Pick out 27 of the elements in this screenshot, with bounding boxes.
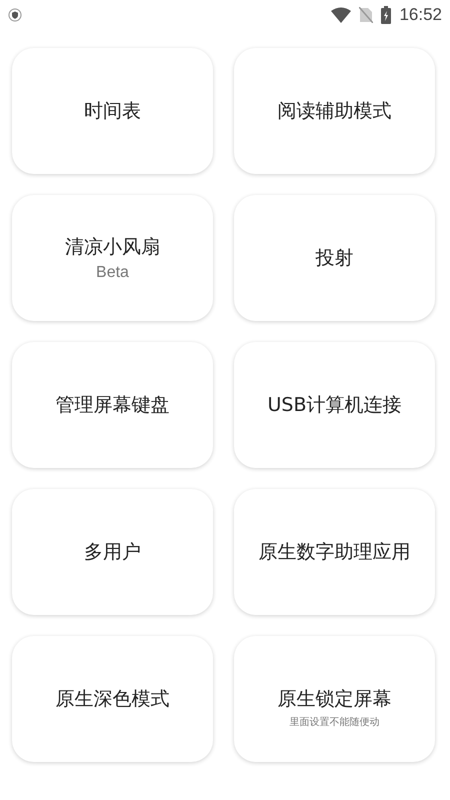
feature-tile[interactable]: USB计算机连接: [234, 342, 435, 468]
feature-tile[interactable]: 多用户: [12, 489, 213, 615]
battery-charging-icon: [381, 6, 392, 24]
feature-tile[interactable]: 阅读辅助模式: [234, 48, 435, 174]
tile-title: 时间表: [84, 99, 141, 124]
feature-tile[interactable]: 投射: [234, 195, 435, 321]
feature-tile[interactable]: 原生数字助理应用: [234, 489, 435, 615]
feature-tile[interactable]: 管理屏幕键盘: [12, 342, 213, 468]
tile-title: 阅读辅助模式: [278, 99, 392, 124]
feature-tile[interactable]: 原生深色模式: [12, 636, 213, 762]
feature-tile[interactable]: 时间表: [12, 48, 213, 174]
tile-title: 原生锁定屏幕: [278, 686, 392, 712]
shield-icon: [8, 8, 22, 22]
tile-title: USB计算机连接: [267, 393, 402, 418]
feature-tile[interactable]: 原生锁定屏幕 里面设置不能随便动: [234, 636, 435, 762]
tile-title: 投射: [316, 246, 354, 271]
no-sim-icon: [359, 7, 374, 23]
tile-subtitle: Beta: [96, 264, 129, 282]
tile-title: 管理屏幕键盘: [56, 393, 170, 418]
wifi-icon: [331, 7, 352, 23]
tile-title: 清凉小风扇: [65, 235, 160, 260]
feature-tile[interactable]: 清凉小风扇 Beta: [12, 195, 213, 321]
tile-title: 多用户: [84, 540, 141, 565]
tile-title: 原生深色模式: [56, 687, 170, 712]
status-time: 16:52: [399, 5, 442, 25]
tile-title: 原生数字助理应用: [258, 540, 410, 565]
tile-subtitle: 里面设置不能随便动: [290, 716, 380, 728]
